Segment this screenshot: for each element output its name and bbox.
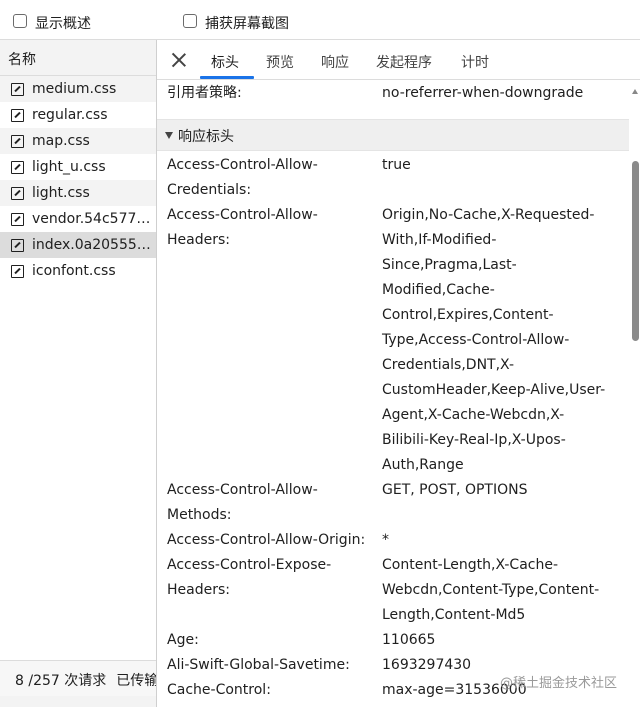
request-row[interactable]: vendor.54c577a...	[0, 206, 156, 232]
tab-initiator[interactable]: 发起程序	[376, 52, 432, 72]
css-file-icon	[11, 238, 24, 252]
header-key: Access-Control-Allow-Origin:	[167, 532, 366, 548]
request-row[interactable]: light.css	[0, 180, 156, 206]
header-key: Access-Control-Allow- Headers:	[167, 207, 318, 248]
close-icon[interactable]	[169, 50, 189, 70]
css-file-icon	[11, 264, 24, 278]
tab-preview[interactable]: 预览	[266, 52, 294, 72]
toolbar: 显示概述 捕获屏幕截图	[0, 0, 640, 40]
request-name: vendor.54c577a...	[32, 211, 156, 227]
css-file-icon	[11, 186, 24, 200]
capture-screenshot-checkbox[interactable]	[183, 14, 197, 28]
request-row-selected[interactable]: index.0a20555e....	[0, 232, 156, 258]
active-tab-indicator	[200, 76, 254, 79]
request-details-panel: 标头 预览 响应 发起程序 计时 引用者策略: no-referrer-when…	[157, 40, 640, 707]
request-row[interactable]: light_u.css	[0, 154, 156, 180]
transferred-label: 已传输	[116, 673, 156, 689]
header-key: Ali-Swift-Global-Savetime:	[167, 657, 350, 673]
watermark: @稀土掘金技术社区	[500, 676, 618, 691]
status-bar: 8 /257 次请求 已传输	[0, 660, 156, 696]
tab-timing[interactable]: 计时	[461, 52, 489, 72]
section-title: 响应标头	[178, 129, 234, 145]
capture-screenshot-label[interactable]: 捕获屏幕截图	[205, 13, 289, 33]
css-file-icon	[11, 212, 24, 226]
triangle-down-icon[interactable]	[165, 132, 173, 139]
tab-headers[interactable]: 标头	[211, 52, 239, 72]
request-list: medium.css regular.css map.css light_u.c…	[0, 76, 156, 284]
request-list-panel: 名称 medium.css regular.css map.css light_…	[0, 40, 157, 707]
request-row[interactable]: medium.css	[0, 76, 156, 102]
details-tabbar: 标头 预览 响应 发起程序 计时	[157, 40, 640, 80]
header-value: true	[382, 157, 411, 173]
css-file-icon	[11, 108, 24, 122]
response-headers-section[interactable]: 响应标头	[157, 119, 629, 151]
header-value: GET, POST, OPTIONS	[382, 482, 528, 498]
header-key: Access-Control-Expose- Headers:	[167, 557, 332, 598]
request-count: 8 /257 次请求	[15, 673, 107, 689]
scrollbar-thumb[interactable]	[632, 161, 639, 341]
header-value: no-referrer-when-downgrade	[382, 85, 584, 101]
header-value: 110665	[382, 632, 436, 648]
request-name: iconfont.css	[32, 263, 116, 279]
header-value: Origin,No-Cache,X-Requested- With,If-Mod…	[382, 207, 606, 473]
show-overview-checkbox[interactable]	[13, 14, 27, 28]
css-file-icon	[11, 160, 24, 174]
request-name: index.0a20555e....	[32, 237, 156, 253]
tab-response[interactable]: 响应	[321, 52, 349, 72]
css-file-icon	[11, 134, 24, 148]
headers-content: 引用者策略: no-referrer-when-downgrade 响应标头 A…	[157, 81, 629, 707]
request-name: light.css	[32, 185, 90, 201]
request-name: light_u.css	[32, 159, 106, 175]
vertical-scrollbar[interactable]	[630, 81, 640, 707]
show-overview-label[interactable]: 显示概述	[35, 13, 91, 33]
horizontal-scrollbar[interactable]	[0, 696, 156, 707]
scroll-up-arrow-icon[interactable]	[632, 89, 638, 94]
name-column-header[interactable]: 名称	[0, 40, 156, 76]
header-key: Access-Control-Allow- Methods:	[167, 482, 318, 523]
request-row[interactable]: iconfont.css	[0, 258, 156, 284]
header-key: Cache-Control:	[167, 682, 271, 698]
css-file-icon	[11, 82, 24, 96]
request-name: regular.css	[32, 107, 108, 123]
header-key: Access-Control-Allow- Credentials:	[167, 157, 318, 198]
header-key: Age:	[167, 632, 199, 648]
header-value: Content-Length,X-Cache- Webcdn,Content-T…	[382, 557, 600, 623]
header-value: *	[382, 532, 389, 548]
request-name: medium.css	[32, 81, 117, 97]
header-key: 引用者策略:	[167, 85, 242, 101]
request-row[interactable]: map.css	[0, 128, 156, 154]
request-row[interactable]: regular.css	[0, 102, 156, 128]
request-name: map.css	[32, 133, 90, 149]
